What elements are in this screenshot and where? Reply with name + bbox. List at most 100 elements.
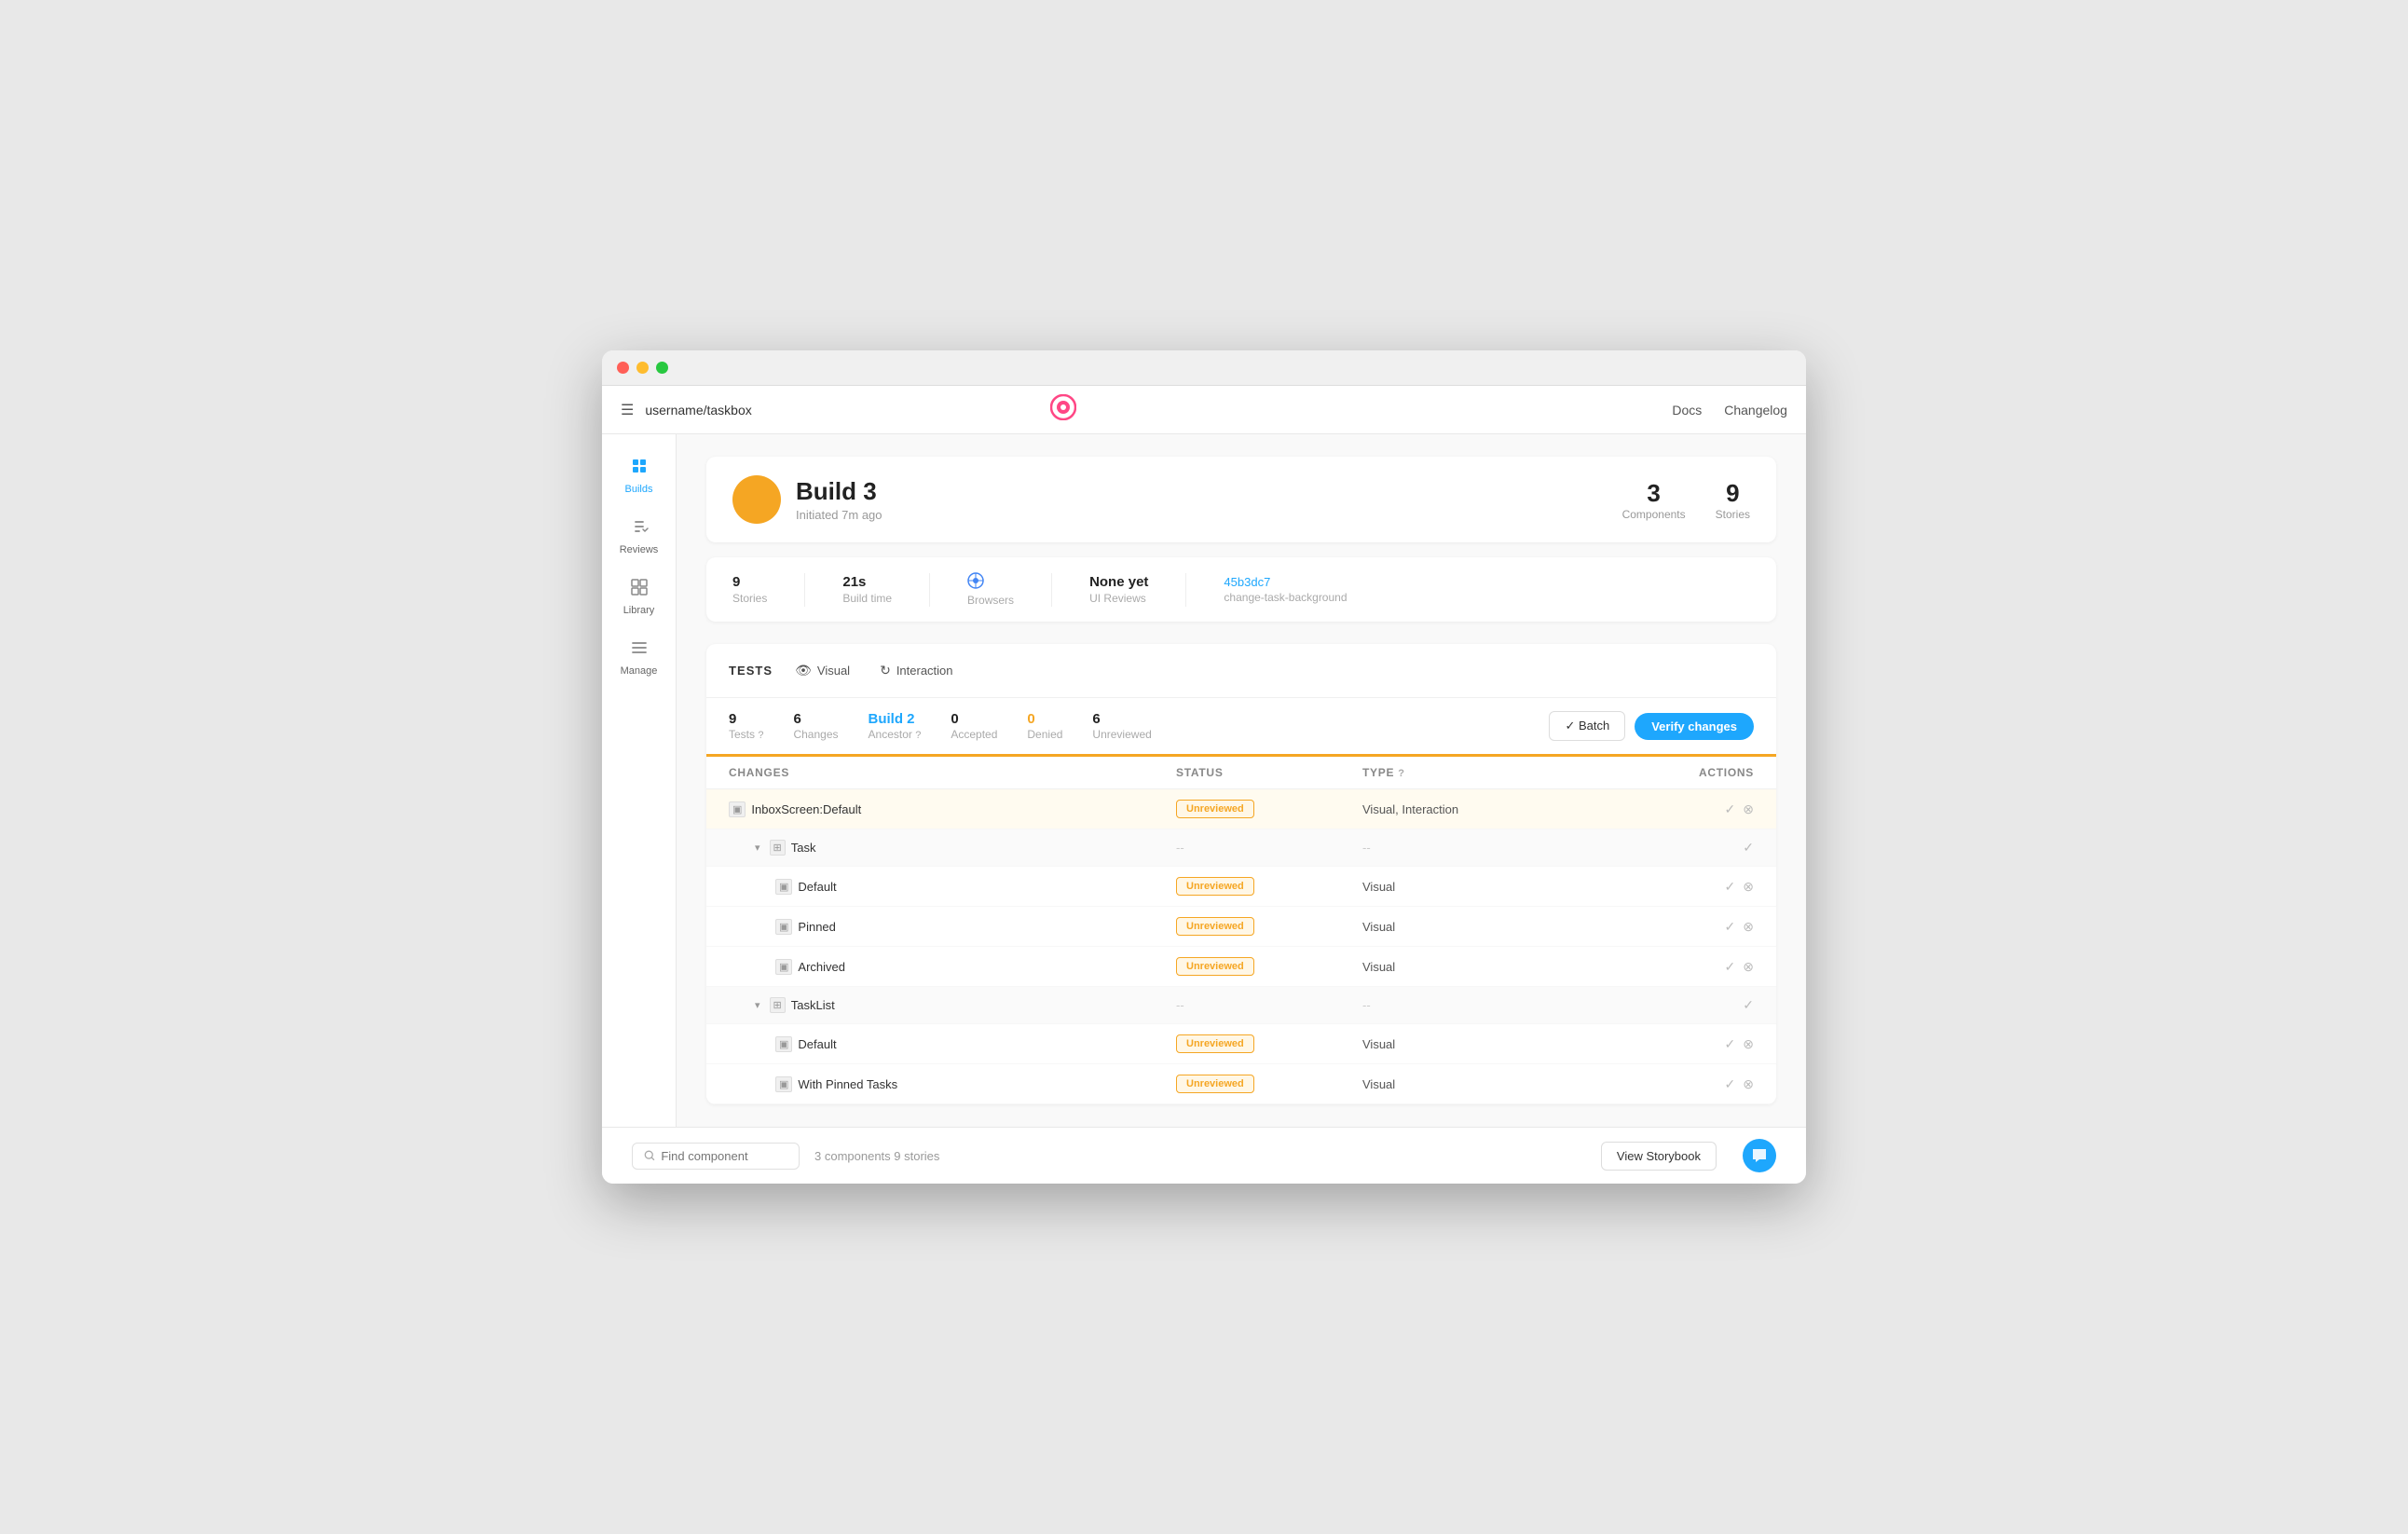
task-archived-actions: ✓ ⊗ <box>1605 959 1754 975</box>
col-changes: Changes <box>729 766 1176 779</box>
sidebar-item-builds[interactable]: Builds <box>608 449 671 502</box>
verify-changes-button[interactable]: Verify changes <box>1635 713 1754 740</box>
task-archived-name[interactable]: Archived <box>798 960 845 974</box>
component-icon: ▣ <box>775 1076 792 1092</box>
metric-ui-reviews-value: None yet <box>1089 574 1148 590</box>
commit-hash-link[interactable]: 45b3dc7 <box>1224 575 1347 589</box>
tasklist-pinned-name[interactable]: With Pinned Tasks <box>798 1077 897 1091</box>
task-pinned-type: Visual <box>1362 920 1605 934</box>
table-row: ▾ ⊞ TaskList -- -- ✓ <box>706 987 1776 1024</box>
accept-icon[interactable]: ✓ <box>1725 919 1736 935</box>
close-button[interactable] <box>617 362 629 374</box>
tests-help-icon[interactable]: ? <box>758 730 763 741</box>
table-row: ▣ Default Unreviewed Visual ✓ ⊗ <box>706 1024 1776 1064</box>
tasklist-default-name[interactable]: Default <box>798 1037 836 1051</box>
view-storybook-button[interactable]: View Storybook <box>1601 1142 1717 1171</box>
build-metrics: 9 Stories 21s Build time <box>706 557 1776 622</box>
task-group-status: -- <box>1176 841 1362 855</box>
deny-icon[interactable]: ⊗ <box>1743 1036 1754 1052</box>
sidebar: Builds Reviews <box>602 434 677 1127</box>
build-initiated: Initiated 7m ago <box>796 508 882 522</box>
table-row: ▣ With Pinned Tasks Unreviewed Visual ✓ … <box>706 1064 1776 1104</box>
accept-icon[interactable]: ✓ <box>1725 801 1736 817</box>
row-name-tasklist-default: ▣ Default <box>729 1036 1176 1052</box>
components-count: 3 <box>1622 479 1686 508</box>
tasklist-group-name[interactable]: TaskList <box>791 998 835 1012</box>
tasklist-pinned-actions: ✓ ⊗ <box>1605 1076 1754 1092</box>
manage-icon <box>630 638 649 662</box>
tests-section: TESTS 👁 Visual ↻ Interaction 9 <box>706 644 1776 1104</box>
col-status: Status <box>1176 766 1362 779</box>
minimize-button[interactable] <box>636 362 649 374</box>
tasklist-default-status: Unreviewed <box>1176 1034 1362 1053</box>
chevron-down-icon[interactable]: ▾ <box>755 842 760 854</box>
traffic-lights <box>617 362 668 374</box>
commit-branch: change-task-background <box>1224 591 1347 604</box>
library-icon <box>630 578 649 601</box>
denied-count: 0 <box>1027 711 1062 727</box>
accept-icon[interactable]: ✓ <box>1725 879 1736 895</box>
app-logo <box>1050 394 1076 425</box>
table-header: Changes Status Type ? Actions <box>706 757 1776 789</box>
metric-commit: 45b3dc7 change-task-background <box>1224 575 1347 604</box>
sidebar-item-reviews[interactable]: Reviews <box>608 510 671 563</box>
deny-icon[interactable]: ⊗ <box>1743 1076 1754 1092</box>
hamburger-icon[interactable]: ☰ <box>621 401 634 419</box>
deny-icon[interactable]: ⊗ <box>1743 919 1754 935</box>
table-row: ▣ Pinned Unreviewed Visual ✓ ⊗ <box>706 907 1776 947</box>
deny-icon[interactable]: ⊗ <box>1743 959 1754 975</box>
reviews-icon <box>630 517 649 541</box>
maximize-button[interactable] <box>656 362 668 374</box>
task-archived-type: Visual <box>1362 960 1605 974</box>
task-pinned-name[interactable]: Pinned <box>798 920 835 934</box>
task-default-actions: ✓ ⊗ <box>1605 879 1754 895</box>
chat-icon <box>1751 1147 1768 1164</box>
footer-stats: 3 components 9 stories <box>814 1149 939 1163</box>
group-accept-icon[interactable]: ✓ <box>1743 997 1754 1013</box>
deny-icon[interactable]: ⊗ <box>1743 801 1754 817</box>
find-component-input[interactable] <box>632 1143 800 1170</box>
task-group-actions: ✓ <box>1605 840 1754 856</box>
accept-icon[interactable]: ✓ <box>1725 1036 1736 1052</box>
row-name-tasklist-pinned: ▣ With Pinned Tasks <box>729 1076 1176 1092</box>
deny-icon[interactable]: ⊗ <box>1743 879 1754 895</box>
nav-path: username/taskbox <box>645 403 751 418</box>
sidebar-item-manage[interactable]: Manage <box>608 631 671 684</box>
chat-fab-button[interactable] <box>1743 1139 1776 1172</box>
reviews-label: Reviews <box>620 544 659 555</box>
build-stats: 3 Components 9 Stories <box>1622 479 1750 521</box>
row-name-task-pinned: ▣ Pinned <box>729 919 1176 935</box>
content-area: Build 3 Initiated 7m ago 3 Components 9 … <box>677 434 1806 1127</box>
table-row: ▣ InboxScreen:Default Unreviewed Visual,… <box>706 789 1776 829</box>
ancestor-help-icon[interactable]: ? <box>915 730 921 741</box>
ancestor-value[interactable]: Build 2 <box>869 711 922 727</box>
builds-label: Builds <box>625 484 653 495</box>
metric-stories-value: 9 <box>732 574 767 590</box>
row-name-task-archived: ▣ Archived <box>729 959 1176 975</box>
search-input-field[interactable] <box>661 1149 787 1163</box>
type-help-icon[interactable]: ? <box>1398 768 1404 779</box>
tasklist-default-type: Visual <box>1362 1037 1605 1051</box>
tab-interaction[interactable]: ↻ Interaction <box>872 659 960 682</box>
inbox-screen-name[interactable]: InboxScreen:Default <box>751 802 861 816</box>
accept-icon[interactable]: ✓ <box>1725 959 1736 975</box>
changelog-link[interactable]: Changelog <box>1724 403 1787 418</box>
changes-count: 6 <box>793 711 838 727</box>
task-default-name[interactable]: Default <box>798 880 836 894</box>
batch-button[interactable]: ✓ Batch <box>1549 711 1625 741</box>
docs-link[interactable]: Docs <box>1672 403 1702 418</box>
accepted-count: 0 <box>951 711 997 727</box>
tab-visual[interactable]: 👁 Visual <box>787 659 857 682</box>
group-icon: ⊞ <box>770 840 786 856</box>
accept-icon[interactable]: ✓ <box>1725 1076 1736 1092</box>
tasklist-group-status: -- <box>1176 998 1362 1012</box>
metric-browsers-label: Browsers <box>967 594 1014 607</box>
group-accept-icon[interactable]: ✓ <box>1743 840 1754 856</box>
table-row: ▾ ⊞ Task -- -- ✓ <box>706 829 1776 867</box>
sidebar-item-library[interactable]: Library <box>608 570 671 623</box>
tasklist-default-actions: ✓ ⊗ <box>1605 1036 1754 1052</box>
task-group-name[interactable]: Task <box>791 841 816 855</box>
task-group-type: -- <box>1362 841 1605 855</box>
stories-count: 9 <box>1716 479 1750 508</box>
chevron-down-icon[interactable]: ▾ <box>755 999 760 1011</box>
